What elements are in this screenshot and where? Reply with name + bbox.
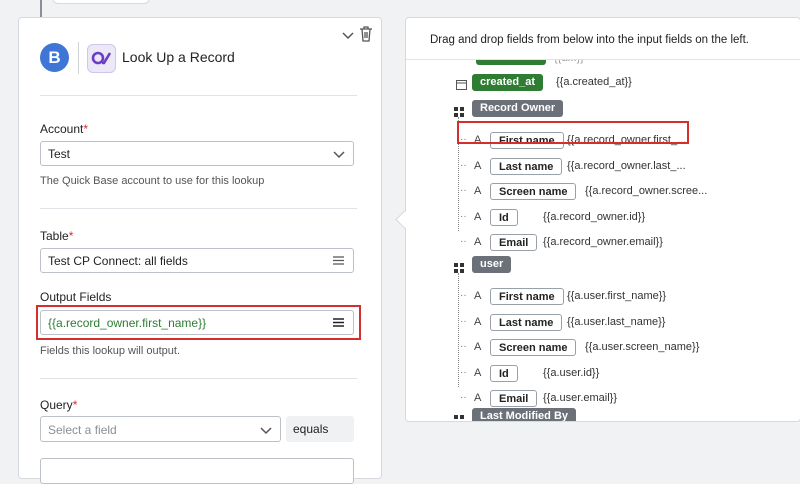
field-tag[interactable]: Email <box>490 234 538 252</box>
field-token: {{a.record_owner.email}} <box>543 236 663 249</box>
account-label-text: Account <box>40 122 84 136</box>
header-divider <box>78 42 79 74</box>
divider <box>40 95 357 96</box>
tree-branch: ·· <box>460 210 467 222</box>
output-field-highlight-box <box>36 305 361 340</box>
tree-branch: ·· <box>460 341 467 353</box>
text-type-icon: A <box>474 315 482 328</box>
query-label: Query* <box>40 398 77 412</box>
divider <box>40 208 357 209</box>
table-label-text: Table <box>40 229 69 243</box>
first-name-highlight-box <box>457 121 689 144</box>
query-operator[interactable]: equals <box>286 416 354 442</box>
text-type-icon: A <box>474 341 482 354</box>
flow-connector-line <box>40 0 42 18</box>
tree-branch: ·· <box>460 185 467 197</box>
output-fields-label: Output Fields <box>40 290 112 304</box>
tree-branch: ·· <box>460 236 467 248</box>
field-tree: {{a...}} created_at {{a.created_at}} Record… <box>406 60 800 421</box>
field-token: {{a.user.screen_name}} <box>585 341 700 354</box>
table-label: Table* <box>40 229 73 243</box>
tree-branch: ·· <box>460 159 467 171</box>
text-type-icon: A <box>474 210 482 223</box>
text-type-icon: A <box>474 366 482 379</box>
field-token: {{a.user.email}} <box>543 392 618 405</box>
tree-branch: ·· <box>460 392 467 404</box>
query-value-input[interactable] <box>40 458 354 484</box>
table-select[interactable]: Test CP Connect: all fields <box>40 248 354 273</box>
tree-connector <box>458 273 459 388</box>
calendar-icon <box>456 77 467 90</box>
caret-down-icon <box>333 151 345 159</box>
group-tag[interactable]: user <box>472 256 512 273</box>
grid-icon <box>454 260 464 273</box>
field-token: {{a.user.id}} <box>543 366 600 379</box>
lookup-step-card: B Look Up a Record Account* Test The Qui… <box>18 17 382 484</box>
app-logo-icon <box>87 44 116 73</box>
query-label-text: Query <box>40 398 73 412</box>
list-lines-icon <box>333 256 344 265</box>
account-select[interactable]: Test <box>40 141 354 166</box>
field-token: {{a.record_owner.last_... <box>567 159 686 172</box>
tree-branch: ·· <box>460 315 467 327</box>
table-value: Test CP Connect: all fields <box>48 254 188 268</box>
divider <box>40 378 357 379</box>
text-type-icon: A <box>474 159 482 172</box>
text-type-icon: A <box>474 236 482 249</box>
query-operator-text: equals <box>293 422 329 436</box>
field-tag[interactable]: Email <box>490 390 538 408</box>
caret-down-icon <box>260 427 272 435</box>
query-field-placeholder: Select a field <box>48 423 117 437</box>
field-tag[interactable]: First name <box>490 288 564 305</box>
account-value: Test <box>48 147 71 161</box>
trash-icon[interactable] <box>359 26 373 42</box>
required-mark: * <box>72 398 78 412</box>
account-label: Account* <box>40 122 88 136</box>
field-token: {{a.record_owner.id}} <box>543 210 646 223</box>
field-tag[interactable]: Last name <box>490 313 563 331</box>
partial-field-tag[interactable] <box>476 60 546 65</box>
field-token: {{a.user.last_name}} <box>567 315 666 328</box>
chevron-down-icon[interactable] <box>341 28 355 42</box>
created-at-tag[interactable]: created_at <box>472 74 544 91</box>
group-tag[interactable]: Last Modified By <box>472 408 577 421</box>
previous-step-card-edge <box>52 0 150 4</box>
field-tag[interactable]: Screen name <box>490 339 577 357</box>
panel-instructions: Drag and drop fields from below into the… <box>430 34 749 46</box>
field-tag[interactable]: Screen name <box>490 183 577 201</box>
partial-field-token: {{a...}} <box>554 60 584 64</box>
query-field-select[interactable]: Select a field <box>40 416 281 442</box>
required-mark: * <box>83 122 89 136</box>
tree-branch: ·· <box>460 290 467 301</box>
created-at-token: {{a.created_at}} <box>556 76 632 88</box>
output-fields-help: Fields this lookup will output. <box>40 345 181 357</box>
field-token: {{a.record_owner.scree... <box>585 185 708 198</box>
card-header: B Look Up a Record <box>19 18 381 98</box>
text-type-icon: A <box>474 290 482 302</box>
field-tag[interactable]: Id <box>490 208 518 226</box>
account-help: The Quick Base account to use for this l… <box>40 175 265 187</box>
grid-icon <box>454 412 464 421</box>
text-type-icon: A <box>474 392 482 405</box>
step-title: Look Up a Record <box>122 49 235 65</box>
field-tag[interactable]: Id <box>490 364 518 382</box>
field-picker-panel: Drag and drop fields from below into the… <box>405 17 800 422</box>
field-tag[interactable]: Last name <box>490 157 563 175</box>
account-avatar: B <box>40 43 69 72</box>
text-type-icon: A <box>474 185 482 198</box>
field-token: {{a.user.first_name}} <box>567 290 667 302</box>
grid-icon <box>454 104 464 117</box>
required-mark: * <box>68 229 74 243</box>
tree-branch: ·· <box>460 366 467 378</box>
group-tag[interactable]: Record Owner <box>472 100 564 117</box>
